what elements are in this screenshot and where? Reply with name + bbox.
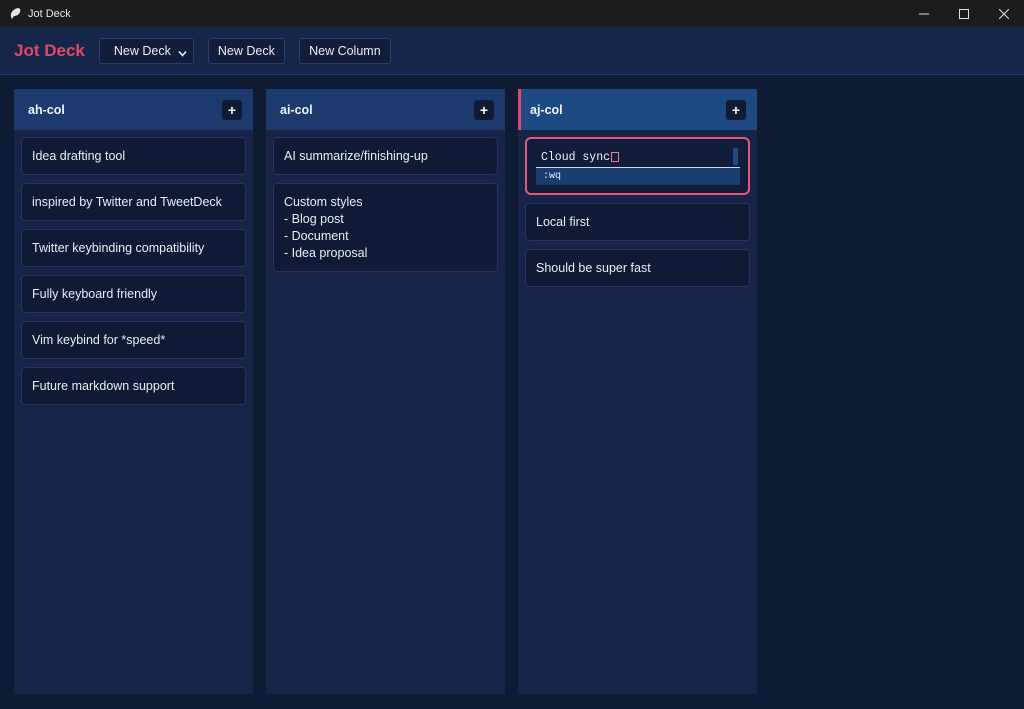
column-header-active: aj-col + [518,89,757,130]
minimize-icon[interactable] [904,0,944,27]
text-cursor [611,152,620,162]
card[interactable]: Vim keybind for *speed* [21,321,246,359]
card[interactable]: Twitter keybinding compatibility [21,229,246,267]
chevron-down-icon [178,47,187,61]
add-card-button[interactable]: + [474,99,494,120]
vim-command-line[interactable]: :wq [536,168,740,185]
card[interactable]: Should be super fast [525,249,750,287]
card[interactable]: inspired by Twitter and TweetDeck [21,183,246,221]
add-card-button[interactable]: + [222,99,242,120]
card[interactable]: Custom styles - Blog post - Document - I… [273,183,498,272]
app-logo-icon [8,7,22,21]
column-ah-col: ah-col + Idea drafting tool inspired by … [14,89,253,694]
card-edit-line[interactable]: Cloud sync [536,148,740,166]
column-title: aj-col [530,102,563,117]
card-line: Custom styles [284,194,363,209]
column-title: ai-col [280,102,313,117]
brand-title: Jot Deck [14,40,85,60]
close-icon[interactable] [984,0,1024,27]
deck-select-value: New Deck [113,43,171,58]
window-titlebar: Jot Deck [0,0,1024,27]
editor-scrollbar[interactable] [733,148,738,165]
column-header: ai-col + [266,89,505,130]
app-toolbar: Jot Deck New Deck New Deck New Column [0,27,1024,75]
card[interactable]: AI summarize/finishing-up [273,137,498,175]
new-column-button[interactable]: New Column [298,37,391,64]
card[interactable]: Fully keyboard friendly [21,275,246,313]
card-line: - Idea proposal [284,245,368,260]
add-card-button[interactable]: + [726,99,746,120]
maximize-icon[interactable] [944,0,984,27]
column-aj-col: aj-col + Cloud sync :wq Local first Shou… [518,89,757,694]
card-line: - Document [284,228,349,243]
window-title: Jot Deck [28,7,71,20]
column-header: ah-col + [14,89,253,130]
deck-select[interactable]: New Deck [98,37,194,64]
card[interactable]: Local first [525,203,750,241]
card[interactable]: Idea drafting tool [21,137,246,175]
column-title: ah-col [28,102,65,117]
new-deck-button[interactable]: New Deck [207,37,285,64]
card-edit-text: Cloud sync [541,150,611,164]
column-ai-col: ai-col + AI summarize/finishing-up Custo… [266,89,505,694]
card-line: - Blog post [284,211,344,226]
card[interactable]: Future markdown support [21,367,246,405]
card-editor[interactable]: Cloud sync :wq [525,137,750,195]
